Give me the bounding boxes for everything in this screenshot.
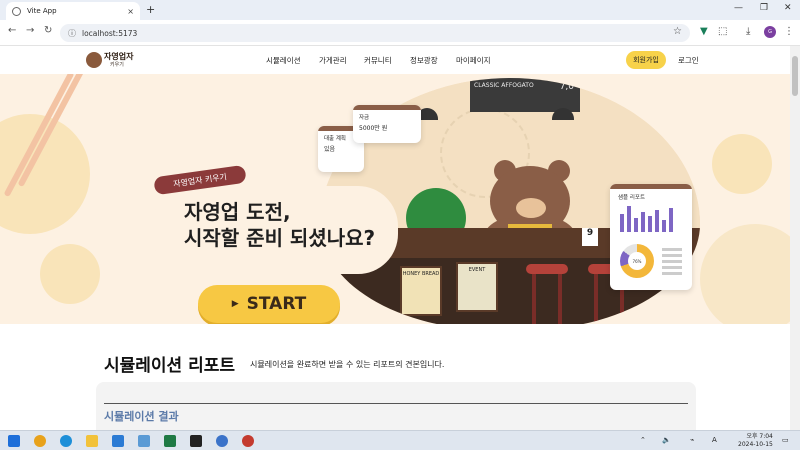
notification-icon[interactable]: ▭: [782, 436, 789, 444]
recorder-icon[interactable]: [242, 435, 254, 447]
tab-title: Vite App: [27, 7, 57, 15]
site-header: 자영업자 키우기 시뮬레이션 가게관리 커뮤니티 정보광장 마이페이지 회원가입…: [0, 46, 790, 74]
excel-icon[interactable]: [164, 435, 176, 447]
app-icon[interactable]: [216, 435, 228, 447]
divider: [104, 403, 688, 404]
download-icon[interactable]: ⤓: [746, 26, 750, 37]
report-donut-chart: 76%: [620, 244, 654, 278]
number-sign: 9: [582, 228, 598, 246]
hero-headline-line1: 자영업 도전,: [184, 200, 291, 224]
poster-honey-bread: HONEY BREAD: [400, 266, 442, 316]
report-section-title: 시뮬레이션 리포트: [104, 356, 236, 376]
menu-board: CLASSIC AFFOGATO 7,0: [470, 78, 580, 112]
browser-tab-bar: Vite App × + — ❐ ✕: [0, 0, 800, 20]
decor-circle: [700, 224, 790, 324]
nav-item-info[interactable]: 정보광장: [410, 55, 438, 66]
url-text: localhost:5173: [82, 28, 138, 38]
start-menu-icon[interactable]: [8, 435, 20, 447]
info-icon[interactable]: ⓘ: [68, 28, 76, 39]
play-icon: ▶: [231, 299, 239, 309]
hero-section: CLASSIC AFFOGATO 7,0 HONEY BREAD EVENT 9…: [0, 74, 790, 324]
close-window-icon[interactable]: ✕: [784, 3, 792, 13]
start-button[interactable]: ▶ START: [198, 285, 340, 323]
back-icon[interactable]: ←: [8, 25, 16, 36]
extension-icon[interactable]: ⬚: [718, 26, 727, 37]
decor-circle: [40, 244, 100, 304]
browser-tab[interactable]: Vite App ×: [6, 2, 140, 20]
clock-time: 오후 7:04: [746, 433, 773, 440]
more-icon[interactable]: ⋮: [784, 26, 794, 37]
result-heading: 시뮬레이션 결과: [104, 410, 179, 423]
edge-icon[interactable]: [60, 435, 72, 447]
login-link[interactable]: 로그인: [678, 55, 699, 66]
tab-close-icon[interactable]: ×: [127, 7, 134, 16]
reload-icon[interactable]: ↻: [44, 25, 52, 36]
menu-board-text: CLASSIC AFFOGATO: [474, 82, 534, 89]
maximize-icon[interactable]: ❐: [760, 3, 768, 13]
file-explorer-icon[interactable]: [86, 435, 98, 447]
logo-subtitle: 키우기: [110, 62, 124, 68]
star-icon[interactable]: ☆: [673, 26, 682, 37]
page-content: 자영업자 키우기 시뮬레이션 가게관리 커뮤니티 정보광장 마이페이지 회원가입…: [0, 46, 790, 430]
new-tab-button[interactable]: +: [146, 3, 155, 16]
poster-event: EVENT: [456, 262, 498, 312]
forward-icon[interactable]: →: [26, 25, 34, 36]
bear-muzzle: [516, 198, 546, 218]
donut-label: 76%: [628, 252, 646, 270]
logo[interactable]: 자영업자 키우기: [86, 51, 138, 69]
nav-item-mypage[interactable]: 마이페이지: [456, 55, 491, 66]
speaker-icon[interactable]: 🔈: [662, 436, 671, 444]
tray-chevron-icon[interactable]: ⌃: [640, 436, 646, 444]
nav-item-community[interactable]: 커뮤니티: [364, 55, 392, 66]
report-legend: [662, 248, 682, 278]
sample-report-card: 샘플 리포트 76%: [610, 184, 692, 290]
fund-value: 5000만 원: [359, 125, 388, 132]
figma-icon[interactable]: [190, 435, 202, 447]
clock[interactable]: 오후 7:04 2024-10-15: [738, 433, 773, 449]
minimize-icon[interactable]: —: [734, 3, 743, 13]
menu-board-price: 7,0: [559, 82, 574, 92]
clock-date: 2024-10-15: [738, 441, 773, 448]
profile-icon[interactable]: G: [764, 26, 776, 38]
url-input[interactable]: ⓘ localhost:5173 ☆: [60, 24, 690, 42]
vscode-icon[interactable]: [112, 435, 124, 447]
app-icon[interactable]: [138, 435, 150, 447]
chrome-icon[interactable]: [34, 435, 46, 447]
fund-card: 자금 5000만 원: [353, 105, 421, 143]
nav-item-simulation[interactable]: 시뮬레이션: [266, 55, 301, 66]
address-bar-row: ← → ↻ ⓘ localhost:5173 ☆ ▼ ⬚ ⤓ G ⋮: [0, 20, 800, 46]
bear-logo-icon: [86, 52, 102, 68]
network-icon[interactable]: ⌁: [690, 436, 694, 444]
decor-circle: [712, 134, 772, 194]
taskbar: ⌃ 🔈 ⌁ A 오후 7:04 2024-10-15 ▭: [0, 430, 800, 450]
extension-icon[interactable]: ▼: [700, 26, 708, 37]
report-section-subtitle: 시뮬레이션을 완료하면 받을 수 있는 리포트의 견본입니다.: [250, 360, 445, 369]
report-bar-chart: [620, 202, 680, 232]
fund-label: 자금: [359, 115, 370, 121]
start-label: START: [246, 294, 307, 314]
report-preview-box: [96, 382, 696, 430]
globe-icon: [12, 6, 21, 16]
hero-headline: 자영업 도전, 시작할 준비 되셨나요?: [184, 199, 375, 251]
page-scrollbar[interactable]: [790, 46, 800, 430]
bar-stool: [526, 264, 568, 324]
language-icon[interactable]: A: [712, 436, 717, 444]
nav-item-store[interactable]: 가게관리: [319, 55, 347, 66]
hero-headline-line2: 시작할 준비 되셨나요?: [184, 226, 376, 250]
loan-plan-value: 있음: [324, 146, 336, 153]
signup-button[interactable]: 회원가입: [626, 51, 666, 69]
